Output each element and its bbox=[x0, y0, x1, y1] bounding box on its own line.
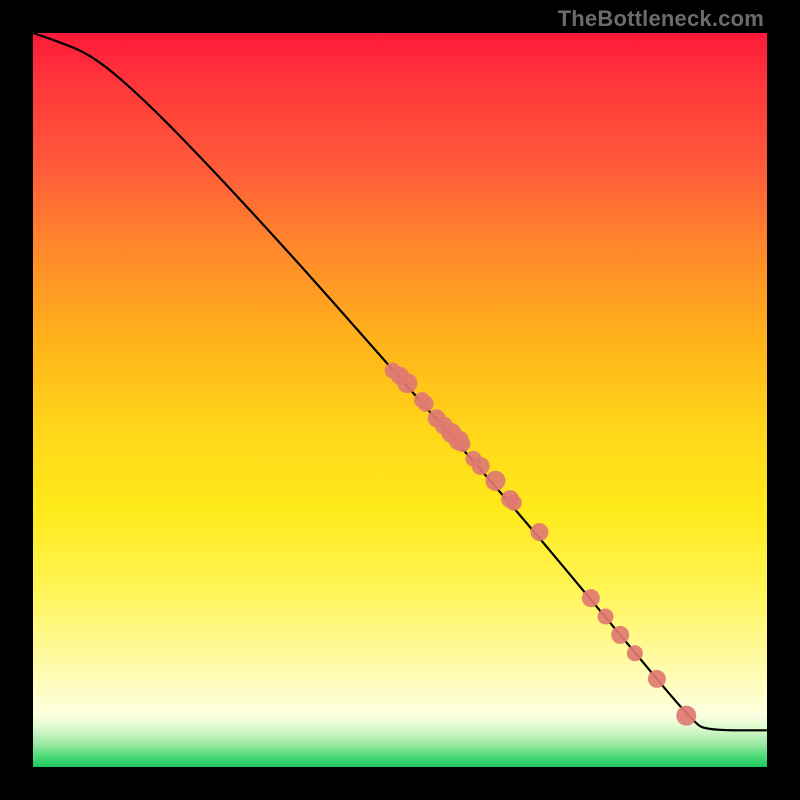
plot-area bbox=[33, 33, 767, 767]
data-point bbox=[397, 373, 417, 393]
data-point bbox=[582, 589, 600, 607]
data-point bbox=[676, 706, 696, 726]
data-point bbox=[472, 457, 490, 475]
data-point bbox=[598, 609, 614, 625]
data-point bbox=[611, 626, 629, 644]
watermark-text: TheBottleneck.com bbox=[558, 6, 764, 32]
chart-svg bbox=[33, 33, 767, 767]
data-point bbox=[506, 495, 522, 511]
chart-frame: TheBottleneck.com bbox=[0, 0, 800, 800]
data-point bbox=[485, 471, 505, 491]
data-point bbox=[530, 523, 548, 541]
data-point bbox=[454, 436, 470, 452]
data-point bbox=[627, 645, 643, 661]
data-point bbox=[418, 396, 434, 412]
data-point bbox=[648, 670, 666, 688]
